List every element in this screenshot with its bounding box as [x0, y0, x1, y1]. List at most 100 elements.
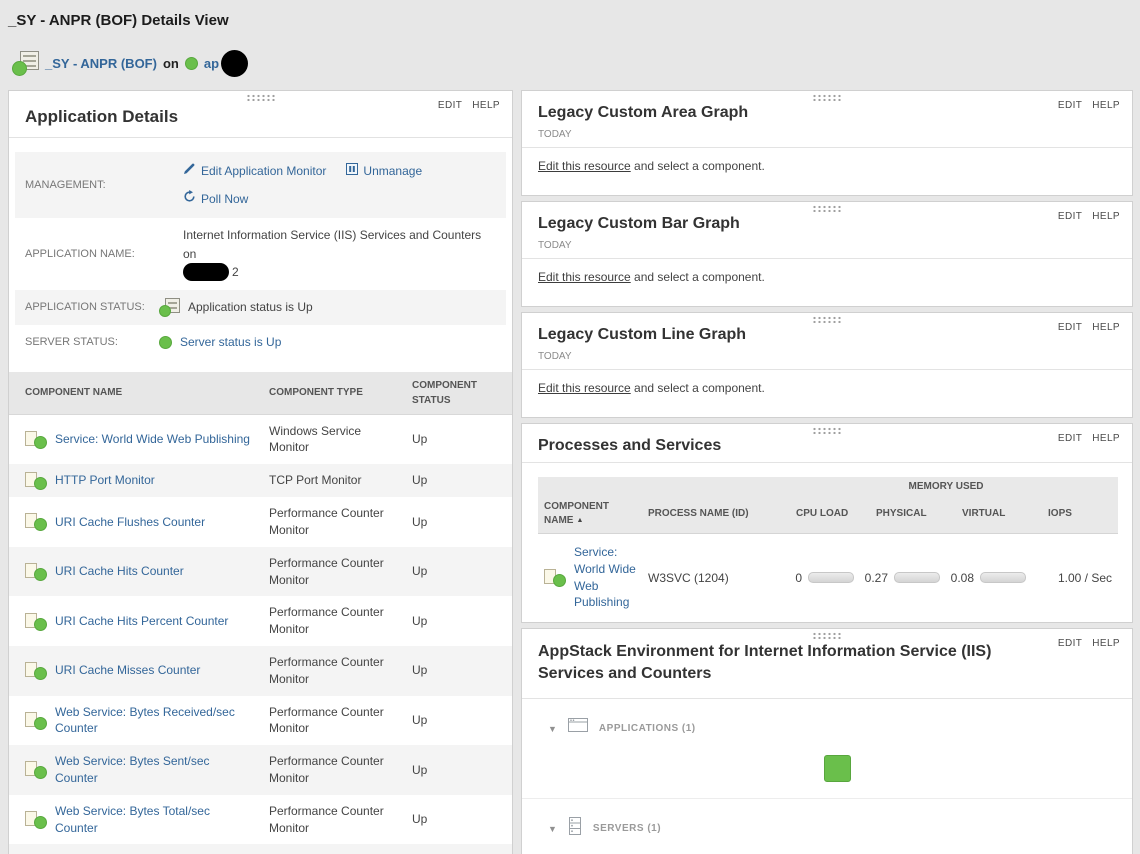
component-link[interactable]: URI Cache Hits Percent Counter: [55, 613, 228, 630]
component-up-icon: [25, 612, 47, 631]
iops-value: 1.00 / Sec: [1057, 570, 1113, 585]
column-header-component-type: COMPONENT TYPE: [261, 371, 404, 415]
server-status-link[interactable]: Server status is Up: [180, 333, 281, 352]
component-link[interactable]: URI Cache Hits Counter: [55, 563, 184, 580]
edit-this-resource-link[interactable]: Edit this resource: [538, 159, 631, 173]
component-up-icon: [25, 513, 47, 532]
hint-text: and select a component.: [630, 159, 765, 173]
period-label: TODAY: [538, 129, 572, 140]
column-header-component-name: COMPONENT NAME: [9, 371, 261, 415]
breadcrumb-on-text: on: [162, 55, 179, 71]
panel-title: Processes and Services: [538, 437, 722, 454]
virtual-memory-value: 0.08: [950, 570, 975, 585]
application-name-row: APPLICATION NAME: Internet Information S…: [15, 218, 506, 290]
component-status: Up: [412, 613, 428, 628]
application-name-label: APPLICATION NAME:: [25, 248, 135, 261]
management-label: MANAGEMENT:: [25, 179, 106, 192]
component-type: Performance Counter Monitor: [269, 754, 384, 785]
component-type: Performance Counter Monitor: [269, 605, 384, 637]
server-status-dot: [184, 56, 198, 70]
breadcrumb-server-link[interactable]: ap: [204, 56, 219, 71]
memory-used-group-header: MEMORY USED: [860, 477, 1033, 497]
component-up-icon: [25, 662, 47, 681]
period-label: TODAY: [538, 240, 572, 251]
component-up-icon: [544, 569, 566, 588]
period-label: TODAY: [538, 351, 572, 362]
application-node-up[interactable]: [823, 754, 851, 782]
panel-title: Application Details: [25, 107, 179, 126]
process-component-link[interactable]: Service: World Wide Web Publishing: [574, 544, 636, 611]
table-row: HTTP Port Monitor TCP Port Monitor Up: [9, 464, 512, 498]
column-header-process-name[interactable]: PROCESS NAME (ID): [642, 497, 780, 534]
component-up-icon: [25, 430, 47, 449]
edit-this-resource-link[interactable]: Edit this resource: [538, 270, 631, 284]
breadcrumb: _SY - ANPR (BOF) on ap: [12, 48, 249, 78]
refresh-icon: [183, 189, 196, 209]
component-link[interactable]: URI Cache Flushes Counter: [55, 514, 205, 531]
edit-application-monitor-link[interactable]: Edit Application Monitor: [183, 162, 326, 181]
component-type: Windows Service Monitor: [269, 423, 362, 455]
column-header-cpu-load[interactable]: CPU LOAD: [780, 497, 860, 534]
application-status-icon: [159, 297, 180, 317]
chevron-down-icon[interactable]: ▼: [548, 824, 557, 834]
hint-text: and select a component.: [630, 270, 765, 284]
application-icon: [12, 50, 39, 76]
panel-title: AppStack Environment for Internet Inform…: [538, 643, 992, 683]
table-row: Service: World Wide Web Publishing Windo…: [9, 414, 512, 464]
redaction: [221, 49, 249, 77]
component-up-icon: [25, 563, 47, 582]
component-type: Performance Counter Monitor: [269, 704, 384, 736]
column-header-component-name[interactable]: COMPONENT NAME ▲: [538, 497, 642, 534]
table-row: URI Cache Misses Counter Performance Cou…: [9, 645, 512, 696]
processes-and-services-panel: EDIT HELP Processes and Services MEMORY …: [521, 423, 1133, 623]
application-name-value: Internet Information Service (IIS) Servi…: [183, 228, 482, 261]
process-row: Service: World Wide Web Publishing W3SVC…: [538, 534, 1118, 622]
table-row: Web Service: Bytes Total/sec Counter Per…: [9, 795, 512, 845]
legacy-bar-graph-panel: EDIT HELP Legacy Custom Bar Graph TODAY …: [521, 201, 1133, 307]
component-link[interactable]: Web Service: Bytes Received/sec Counter: [55, 704, 253, 738]
redaction: [183, 263, 229, 282]
component-link[interactable]: Web Service: Bytes Sent/sec Counter: [55, 753, 253, 787]
panel-title: Legacy Custom Line Graph: [538, 326, 747, 343]
column-header-virtual[interactable]: VIRTUAL: [946, 497, 1033, 534]
unmanage-link[interactable]: Unmanage: [346, 162, 422, 181]
poll-now-link[interactable]: Poll Now: [183, 189, 248, 209]
component-link[interactable]: Web Service: Bytes Total/sec Counter: [55, 803, 253, 837]
group-label-servers: SERVERS (1): [592, 823, 662, 835]
edit-this-resource-link[interactable]: Edit this resource: [538, 381, 631, 395]
component-type: Performance Counter Monitor: [261, 844, 404, 854]
sort-asc-icon: ▲: [576, 517, 584, 524]
column-header-iops[interactable]: IOPS: [1032, 497, 1119, 534]
component-type: TCP Port Monitor: [269, 473, 362, 488]
application-details-panel: EDIT HELP Application Details MANAGEMENT…: [8, 90, 513, 854]
column-header-physical[interactable]: PHYSICAL: [860, 497, 946, 534]
server-up-dot: [159, 335, 172, 349]
status-up-dot: [12, 60, 27, 76]
component-link[interactable]: URI Cache Misses Counter: [55, 662, 200, 679]
component-link[interactable]: HTTP Port Monitor: [55, 472, 155, 489]
virtual-memory-bar: [980, 572, 1027, 584]
group-label-applications: APPLICATIONS (1): [598, 723, 696, 735]
component-status: Up: [412, 514, 428, 529]
appstack-group-applications: ▼ APPLICATIONS (1): [522, 699, 1132, 799]
component-status: Up: [412, 812, 428, 827]
component-up-icon: [25, 761, 47, 780]
component-status: Up: [412, 473, 428, 488]
component-status: Up: [412, 762, 428, 777]
physical-memory-value: 0.27: [864, 570, 888, 585]
appstack-environment-panel: EDIT HELP AppStack Environment for Inter…: [521, 628, 1133, 854]
table-row: URI Cache Flushes Counter Performance Co…: [9, 497, 512, 547]
cpu-load-value: 0: [795, 570, 802, 585]
panel-title: Legacy Custom Bar Graph: [538, 215, 740, 232]
physical-memory-bar: [894, 572, 940, 584]
application-name-suffix: 2: [232, 265, 239, 280]
component-up-icon: [25, 472, 47, 491]
cpu-load-bar: [808, 572, 854, 584]
page-title: _SY - ANPR (BOF) Details View: [8, 12, 229, 29]
appstack-group-servers: ▼ SERVERS (1): [522, 799, 1132, 854]
table-row: Web Service: Bytes Sent/sec Counter Perf…: [9, 745, 512, 795]
processes-table: MEMORY USED COMPONENT NAME ▲ PROCESS NAME…: [538, 477, 1119, 622]
chevron-down-icon[interactable]: ▼: [548, 724, 557, 734]
breadcrumb-application-link[interactable]: _SY - ANPR (BOF): [45, 56, 157, 71]
component-link[interactable]: Service: World Wide Web Publishing: [55, 431, 250, 448]
